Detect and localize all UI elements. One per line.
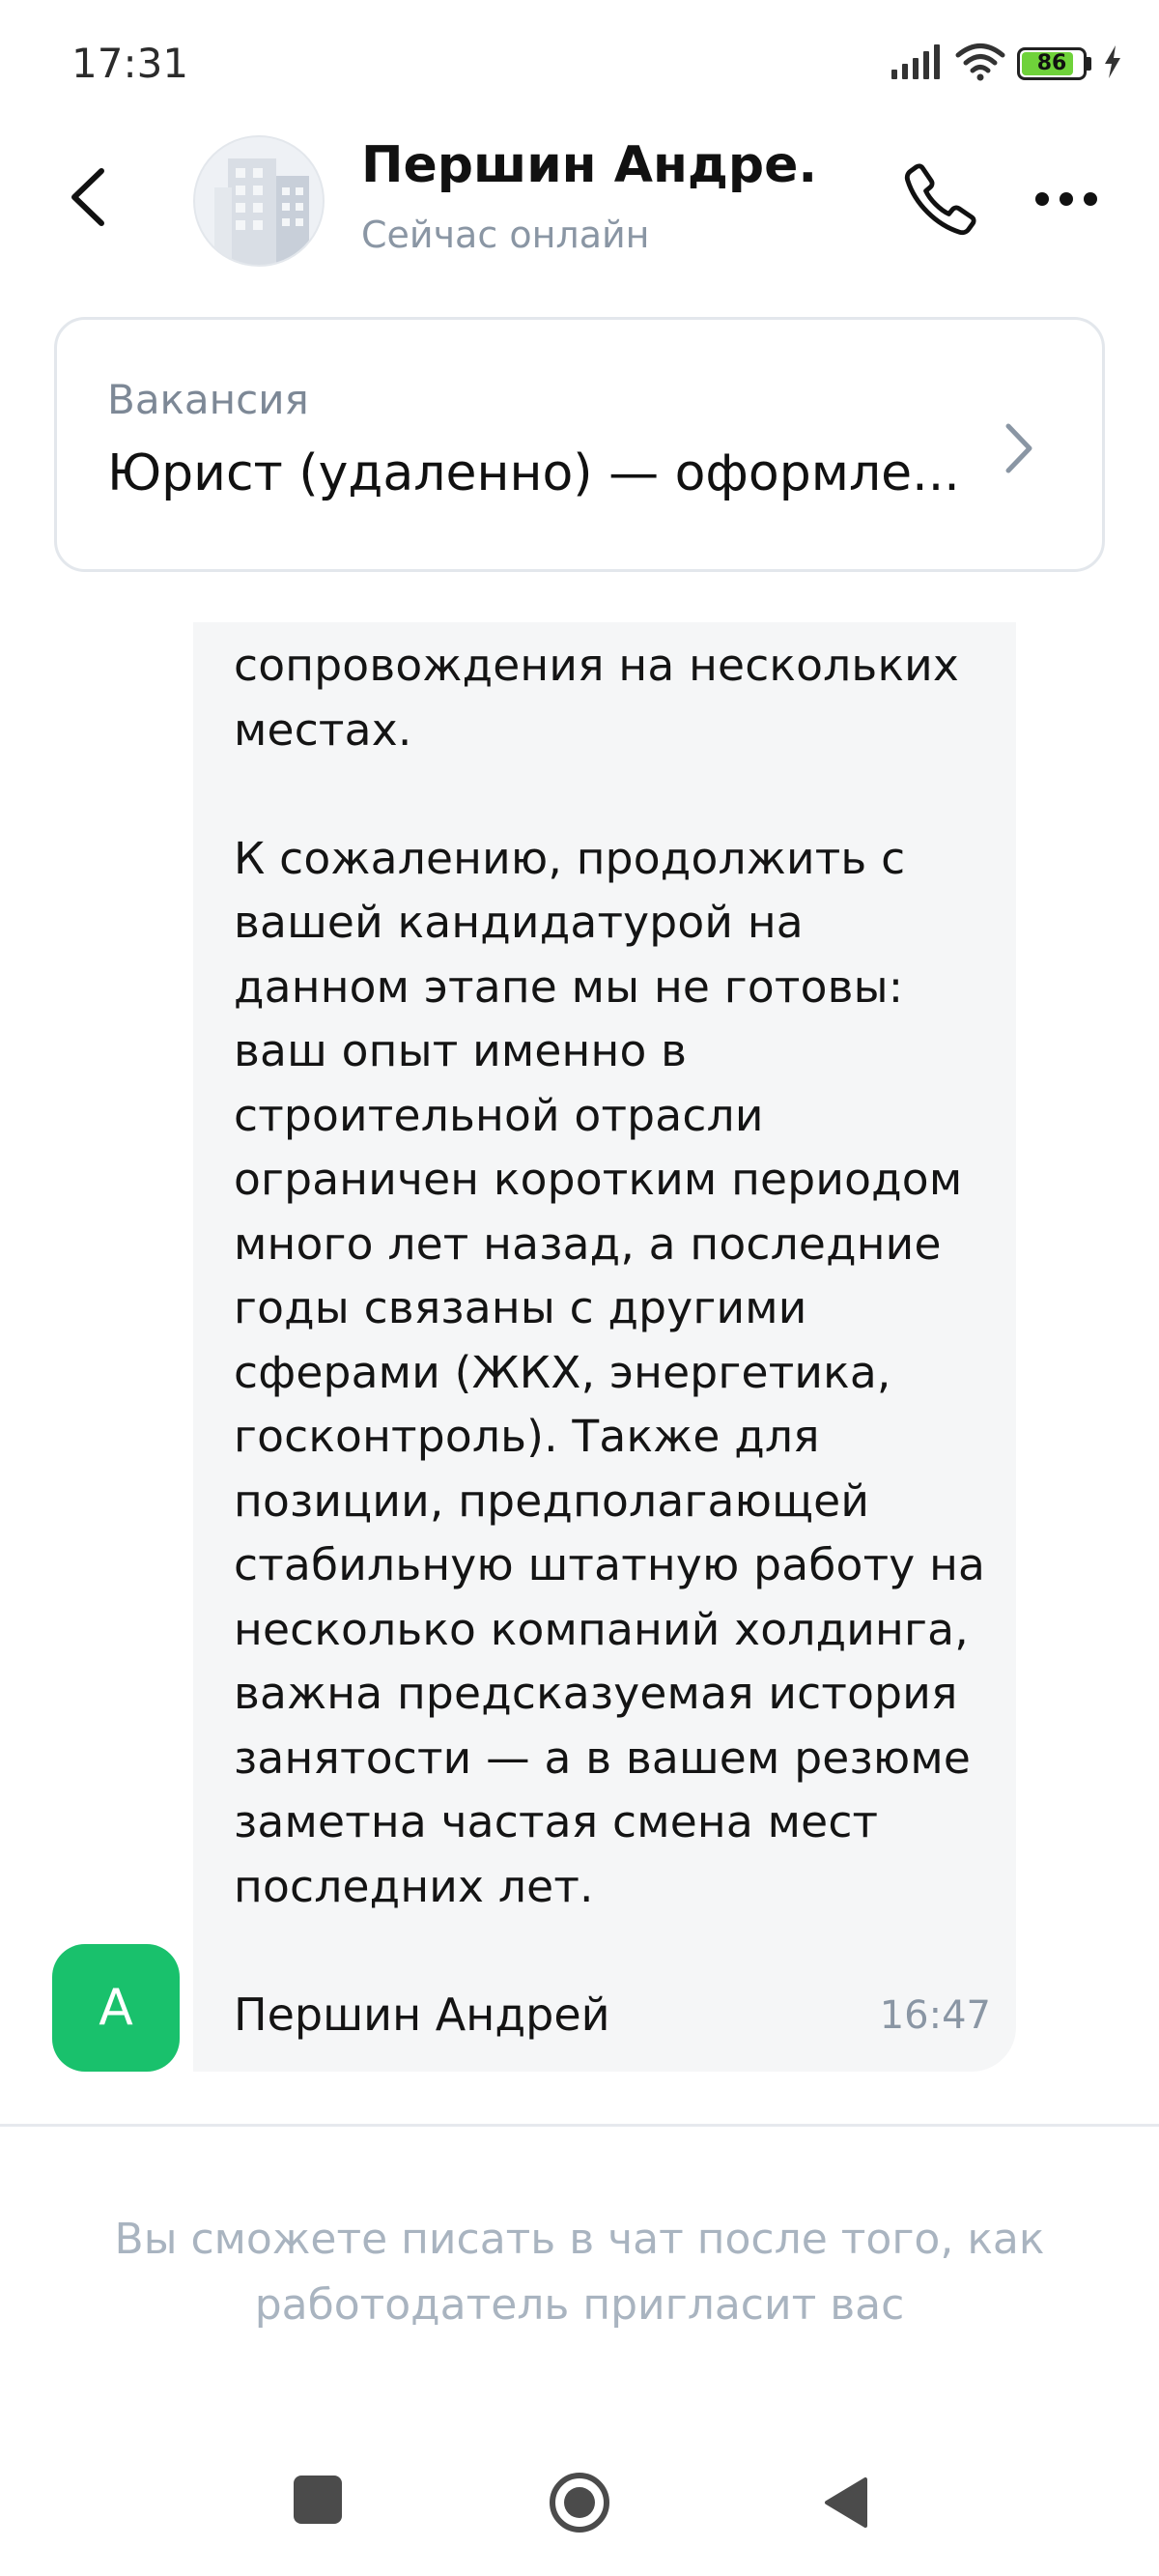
home-button[interactable] [547, 2470, 612, 2535]
message-text: сопровождения на нескольких местах. К со… [234, 640, 986, 1912]
more-horizontal-icon [1034, 191, 1098, 211]
signal-icon [891, 44, 944, 83]
vacancy-label: Вакансия [107, 376, 309, 423]
triangle-back-icon [825, 2477, 867, 2528]
wifi-icon [955, 43, 1005, 85]
battery-icon: 86 [1017, 47, 1091, 80]
building-icon [214, 158, 309, 265]
message-time: 16:47 [879, 1993, 991, 2038]
divider [0, 2124, 1159, 2127]
status-icons: 86 [891, 37, 1122, 91]
message-bubble: сопровождения на нескольких местах. К со… [193, 622, 1016, 2072]
call-button[interactable] [894, 155, 987, 247]
contact-status: Сейчас онлайн [361, 214, 650, 256]
vacancy-card[interactable]: Вакансия Юрист (удаленно) — оформле... [54, 317, 1105, 572]
system-back-button[interactable] [813, 2470, 877, 2535]
chat-locked-notice: Вы сможете писать в чат после того, как … [114, 2215, 1045, 2330]
recent-apps-button[interactable] [294, 2476, 342, 2524]
back-button[interactable] [58, 164, 118, 234]
charging-icon [1103, 45, 1122, 82]
home-circle-icon [550, 2473, 609, 2533]
message-author: Першин Андрей [234, 1989, 610, 2041]
back-arrow-icon [69, 167, 107, 231]
status-time: 17:31 [71, 40, 189, 87]
battery-level: 86 [1036, 51, 1067, 75]
company-avatar[interactable] [193, 135, 325, 267]
chevron-right-icon [992, 415, 1046, 482]
more-button[interactable] [1020, 155, 1113, 247]
vacancy-title: Юрист (удаленно) — оформле... [107, 444, 960, 502]
contact-name[interactable]: Першин Андре... [361, 133, 815, 197]
phone-icon [900, 158, 981, 243]
sender-avatar[interactable]: А [52, 1944, 180, 2072]
